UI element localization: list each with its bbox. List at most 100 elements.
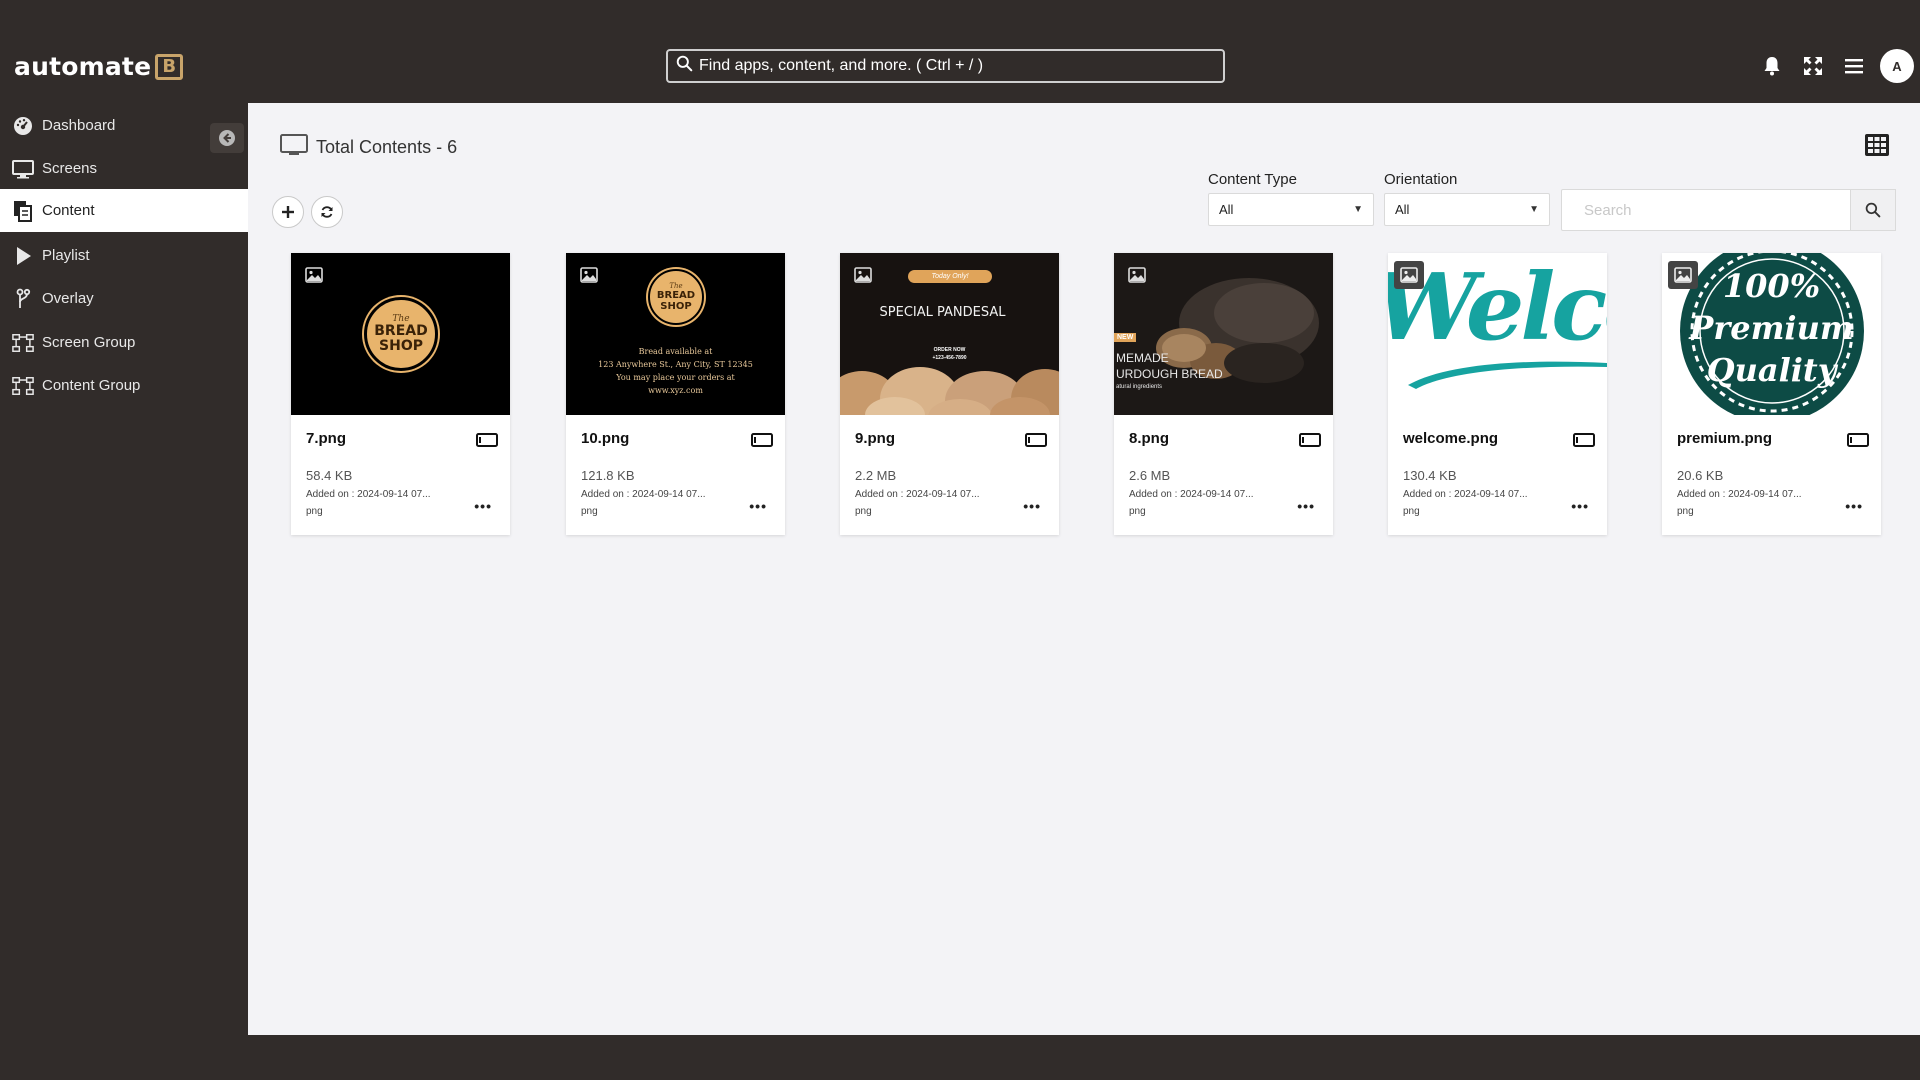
more-options-icon[interactable]: ••• [474, 499, 492, 513]
caret-down-icon: ▼ [1353, 204, 1363, 215]
sourdough-text: MEMADE URDOUGH BREAD atural ingredients [1116, 350, 1223, 392]
content-type-value: All [1219, 202, 1234, 217]
sidebar-item-label: Content Group [42, 377, 141, 394]
sidebar-item-content-group[interactable]: Content Group [0, 364, 248, 407]
landscape-orientation-icon [1025, 433, 1047, 452]
content-card[interactable]: Welcom welcome.png 130.4 KB Added on : 2… [1388, 253, 1607, 535]
more-options-icon[interactable]: ••• [749, 499, 767, 513]
logo-text: automate [14, 52, 152, 81]
more-options-icon[interactable]: ••• [1571, 499, 1589, 513]
ingredients-line: atural ingredients [1116, 384, 1163, 390]
image-icon [578, 265, 600, 285]
content-type: png [581, 506, 598, 517]
sidebar-item-label: Dashboard [42, 117, 116, 134]
content-search[interactable] [1561, 189, 1851, 231]
fullscreen-icon[interactable] [1801, 54, 1825, 78]
logo-line-1: BREAD [374, 322, 428, 339]
info-line: www.xyz.com [648, 386, 703, 395]
sidebar-item-screens[interactable]: Screens [0, 147, 248, 190]
orientation-select[interactable]: All ▼ [1384, 193, 1550, 226]
total-contents-label: Total Contents - 6 [316, 137, 458, 157]
content-thumbnail[interactable]: The BREAD SHOP Bread available at 123 An… [566, 253, 785, 415]
bread-info-text: Bread available at 123 Anywhere St., Any… [566, 345, 785, 397]
content-thumbnail[interactable]: 100% Premium Quality [1662, 253, 1881, 415]
logo-line-1: BREAD [656, 289, 696, 301]
bottom-bar [0, 1035, 1920, 1080]
headline-line: URDOUGH BREAD [1116, 367, 1223, 381]
image-icon [1394, 261, 1424, 289]
content-added-date: Added on : 2024-09-14 07... [581, 489, 706, 500]
sidebar-item-label: Screen Group [42, 334, 136, 351]
dashboard-icon [12, 115, 34, 137]
sidebar-item-label: Screens [42, 160, 98, 177]
logo-mark: B [155, 53, 184, 80]
orientation-value: All [1395, 202, 1410, 217]
plus-icon [282, 206, 294, 218]
bread-shop-logo: The BREAD SHOP [364, 297, 438, 371]
sidebar-item-label: Overlay [42, 290, 94, 307]
search-icon [1865, 202, 1881, 218]
landscape-orientation-icon [1573, 433, 1595, 452]
add-content-button[interactable] [272, 196, 304, 228]
info-line: 123 Anywhere St., Any City, ST 12345 [598, 360, 753, 369]
content-card[interactable]: The BREAD SHOP Bread available at 123 An… [566, 253, 785, 535]
image-icon [852, 265, 874, 285]
more-options-icon[interactable]: ••• [1023, 499, 1041, 513]
content-added-date: Added on : 2024-09-14 07... [1129, 489, 1254, 500]
header-actions: A [1743, 48, 1920, 84]
screen-group-icon [12, 332, 34, 354]
app-logo[interactable]: automate B [14, 52, 184, 81]
special-pandesal-headline: SPECIAL PANDESAL [879, 305, 1006, 320]
content-card[interactable]: Today Only! SPECIAL PANDESAL ORDER NOW +… [840, 253, 1059, 535]
logo-line-2: SHOP [379, 337, 423, 354]
content-name: 9.png [855, 430, 895, 447]
global-search[interactable] [666, 49, 1225, 83]
sidebar-item-dashboard[interactable]: Dashboard [0, 104, 248, 147]
user-avatar[interactable]: A [1880, 49, 1914, 83]
content-type-label: Content Type [1208, 171, 1297, 188]
logo-small-text: The [669, 281, 683, 290]
content-size: 2.6 MB [1129, 468, 1171, 483]
content-thumbnail[interactable]: NEW MEMADE URDOUGH BREAD atural ingredie… [1114, 253, 1333, 415]
content-card[interactable]: NEW MEMADE URDOUGH BREAD atural ingredie… [1114, 253, 1333, 535]
content-card[interactable]: 100% Premium Quality premium.png 20.6 KB… [1662, 253, 1881, 535]
orientation-label: Orientation [1384, 171, 1458, 188]
content-name: 7.png [306, 430, 346, 447]
overlay-icon [12, 288, 34, 310]
image-icon [1668, 261, 1698, 289]
bell-icon[interactable] [1760, 54, 1784, 78]
menu-icon[interactable] [1842, 54, 1866, 78]
content-type: png [306, 506, 323, 517]
content-icon [12, 200, 34, 222]
content-added-date: Added on : 2024-09-14 07... [1403, 489, 1528, 500]
landscape-orientation-icon [1847, 433, 1869, 452]
content-thumbnail[interactable]: The BREAD SHOP [291, 253, 510, 415]
more-options-icon[interactable]: ••• [1297, 499, 1315, 513]
sidebar-item-content[interactable]: Content [0, 189, 248, 232]
grid-view-toggle[interactable] [1864, 133, 1890, 162]
content-thumbnail[interactable]: Today Only! SPECIAL PANDESAL ORDER NOW +… [840, 253, 1059, 415]
landscape-orientation-icon [1299, 433, 1321, 452]
headline-line: MEMADE [1116, 351, 1169, 365]
more-options-icon[interactable]: ••• [1845, 499, 1863, 513]
sidebar-item-overlay[interactable]: Overlay [0, 277, 248, 320]
caret-down-icon: ▼ [1529, 204, 1539, 215]
content-type-select[interactable]: All ▼ [1208, 193, 1374, 226]
landscape-orientation-icon [476, 433, 498, 452]
logo-line-2: SHOP [660, 300, 692, 312]
content-name: 10.png [581, 430, 630, 447]
global-search-input[interactable] [699, 57, 1223, 75]
pandesal-bread-illustration [840, 367, 1059, 415]
content-card[interactable]: The BREAD SHOP 7.png 58.4 KB Added on : … [291, 253, 510, 535]
sidebar-item-screen-group[interactable]: Screen Group [0, 321, 248, 364]
content-thumbnail[interactable]: Welcom [1388, 253, 1607, 415]
content-type: png [855, 506, 872, 517]
refresh-button[interactable] [311, 196, 343, 228]
content-name: premium.png [1677, 430, 1773, 447]
content-group-icon [12, 375, 34, 397]
content-search-input[interactable] [1562, 190, 1850, 230]
premium-line-2: Premium [1689, 309, 1854, 347]
sidebar-item-playlist[interactable]: Playlist [0, 234, 248, 277]
sidebar-item-label: Playlist [42, 247, 90, 264]
content-search-button[interactable] [1850, 189, 1896, 231]
